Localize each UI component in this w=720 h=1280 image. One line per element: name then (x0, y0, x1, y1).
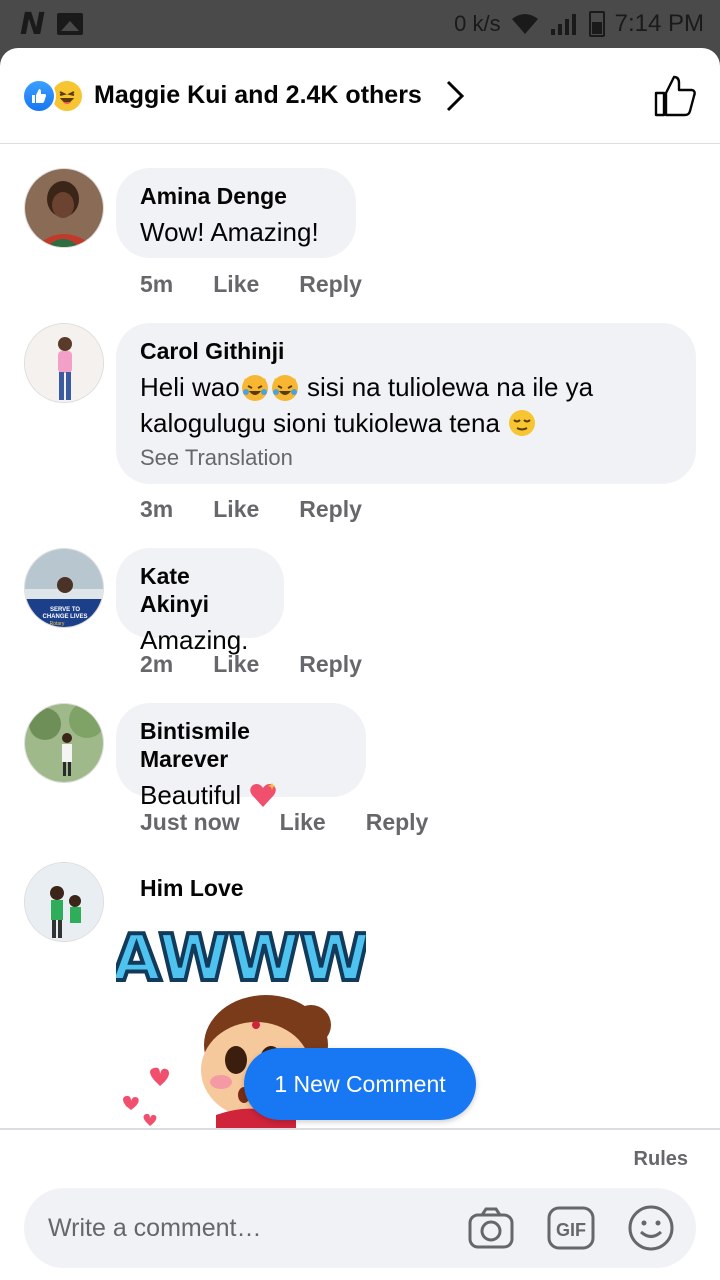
see-translation-link[interactable]: See Translation (140, 445, 672, 471)
comment-actions: 5m Like Reply (140, 271, 362, 298)
comment-time: 5m (140, 271, 174, 297)
like-reaction-icon (22, 78, 56, 113)
comment-actions: 3m Like Reply (140, 496, 362, 523)
comment-text-part: kalogulugu sioni tukiolewa tena (140, 408, 508, 438)
comment-text-part: sisi na tuliolewa na ile ya (299, 372, 594, 402)
comments-sheet: Maggie Kui and 2.4K others Amina Denge W… (0, 48, 720, 1280)
like-button[interactable]: Like (213, 271, 259, 298)
comment-text-part: Heli wao (140, 372, 240, 402)
wifi-icon (511, 14, 538, 34)
like-button[interactable]: Like (213, 651, 259, 678)
emoji-icon[interactable] (626, 1203, 676, 1253)
comment-actions: Just now Like Reply (140, 809, 428, 836)
avatar[interactable] (24, 703, 104, 783)
crying-laughing-cat-icon (241, 375, 268, 401)
comment-text: Wow! Amazing! (140, 217, 319, 247)
sticker-text: AWWW (116, 922, 366, 996)
comment-author[interactable]: Amina Denge (140, 182, 332, 210)
comment-bubble[interactable]: Carol Githinji Heli wao sisi na tuliolew… (116, 323, 696, 484)
avatar-badge-text: Rotary (50, 621, 65, 627)
avatar[interactable]: SERVE TO CHANGE LIVES Rotary (24, 548, 104, 628)
camera-icon[interactable] (466, 1203, 516, 1253)
comment-time: 2m (140, 651, 174, 677)
comment-time: Just now (140, 809, 240, 835)
comment-author[interactable]: Kate Akinyi (140, 562, 260, 618)
reaction-icons (22, 78, 84, 113)
crying-laughing-cat-icon (271, 375, 298, 401)
rules-link[interactable]: Rules (634, 1148, 688, 1171)
avatar[interactable] (24, 862, 104, 942)
like-button[interactable]: Like (213, 496, 259, 523)
comment-actions: 2m Like Reply (140, 651, 362, 678)
reply-button[interactable]: Reply (366, 809, 429, 836)
clock: 7:14 PM (614, 10, 704, 37)
relieved-face-icon (509, 410, 536, 436)
gif-label: GIF (556, 1220, 586, 1240)
reactions-header[interactable]: Maggie Kui and 2.4K others (0, 48, 720, 144)
comment-author[interactable]: Bintismile Marever (140, 717, 342, 773)
comment-time: 3m (140, 496, 174, 522)
reply-button[interactable]: Reply (299, 496, 362, 523)
avatar[interactable] (24, 323, 104, 403)
like-button[interactable]: Like (280, 809, 326, 836)
comment-text: Heli wao sisi na tuliolewa na ile ya kal… (140, 369, 672, 441)
image-notification-icon (57, 13, 84, 35)
sparkling-heart-icon (250, 782, 277, 807)
reply-button[interactable]: Reply (299, 651, 362, 678)
reply-button[interactable]: Reply (299, 271, 362, 298)
signal-icon (550, 14, 576, 35)
comment-text-part: Beautiful (140, 780, 249, 810)
comment-input-box[interactable]: GIF (24, 1188, 696, 1268)
comment-bubble[interactable]: Kate Akinyi Amazing. (116, 548, 284, 655)
avatar[interactable] (24, 168, 104, 248)
new-comment-pill[interactable]: 1 New Comment (244, 1048, 476, 1120)
avatar-badge-text: SERVE TO (50, 607, 80, 613)
network-speed: 0 k/s (454, 11, 501, 36)
comment-input[interactable] (48, 1213, 436, 1243)
comment-bubble[interactable]: Amina Denge Wow! Amazing! (116, 168, 356, 258)
avatar-badge-text: CHANGE LIVES (42, 614, 87, 620)
comment-composer: Rules GIF (0, 1128, 720, 1280)
comment-author[interactable]: Him Love (140, 875, 244, 902)
battery-icon (588, 11, 605, 37)
comment-author[interactable]: Carol Githinji (140, 337, 672, 365)
reactions-summary: Maggie Kui and 2.4K others (94, 81, 422, 109)
thumbs-up-icon[interactable] (652, 73, 698, 119)
app-n-icon: N (20, 6, 45, 42)
gif-icon[interactable]: GIF (546, 1203, 596, 1253)
chevron-right-icon (446, 80, 464, 111)
comment-text: Beautiful (140, 777, 342, 813)
comment-bubble[interactable]: Bintismile Marever Beautiful (116, 703, 366, 810)
status-bar: N 0 k/s 7:14 PM (0, 0, 720, 48)
